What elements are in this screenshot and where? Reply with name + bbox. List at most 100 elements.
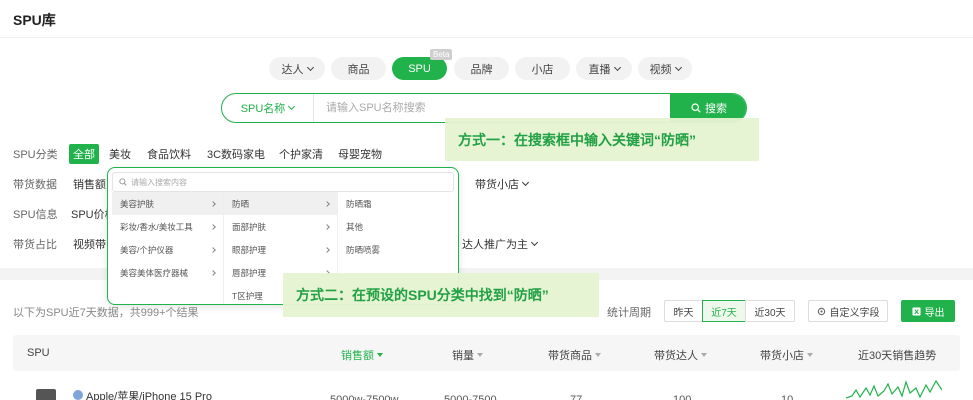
category-label: 眼部护理	[232, 244, 267, 255]
export-label: 导出	[924, 307, 945, 319]
category-label: 防晒喷雾	[346, 244, 381, 255]
category-level2-item[interactable]: 面部护肤	[224, 215, 337, 238]
search-icon	[691, 103, 701, 113]
tab-product[interactable]: 商品	[331, 57, 386, 80]
tab-label: 小店	[531, 63, 554, 76]
sort-down-icon	[701, 353, 707, 357]
page-title: SPU库	[13, 12, 56, 28]
tab-label: 商品	[347, 63, 370, 76]
sort-down-icon	[377, 353, 383, 357]
tab-label: 品牌	[470, 63, 493, 76]
category-label: 唇部护理	[232, 267, 267, 278]
period-yesterday[interactable]: 昨天	[664, 300, 703, 322]
row-volume: 5000-7500	[444, 394, 497, 400]
filter-label-spu-info: SPU信息	[13, 209, 58, 221]
search-button-label: 搜索	[705, 103, 727, 115]
column-label: 带货商品	[548, 350, 592, 362]
period-7days[interactable]: 近7天	[702, 300, 746, 322]
filter-category-all[interactable]: 全部	[69, 144, 99, 164]
category-level2-item[interactable]: 防晒	[224, 192, 337, 215]
chevron-right-icon	[324, 223, 330, 230]
filter-promo-label: 达人推广为主	[462, 239, 528, 251]
trend-sparkline	[846, 379, 942, 399]
tab-store[interactable]: 小店	[515, 57, 570, 80]
table-header	[13, 335, 960, 371]
filter-label-sales-data: 带货数据	[13, 179, 57, 191]
export-button[interactable]: X 导出	[901, 300, 955, 322]
chevron-down-icon	[613, 63, 621, 71]
product-thumbnail[interactable]	[36, 389, 56, 400]
row-stores: 10	[781, 394, 794, 400]
column-creators[interactable]: 带货达人	[654, 347, 707, 363]
chevron-down-icon	[530, 238, 539, 247]
result-summary: 以下为SPU近7天数据，共999+个结果	[13, 307, 199, 319]
tab-live[interactable]: 直播	[576, 57, 632, 80]
category-label: 防晒霜	[346, 198, 372, 209]
tab-video[interactable]: 视频	[638, 57, 692, 80]
category-label: 彩妆/香水/美妆工具	[120, 221, 193, 232]
category-level3-item[interactable]: 防晒霜	[338, 192, 456, 215]
column-products[interactable]: 带货商品	[548, 347, 601, 363]
filter-category-3c[interactable]: 3C数码家电	[207, 146, 265, 162]
chevron-down-icon	[521, 178, 530, 187]
chevron-right-icon	[210, 200, 216, 207]
header-divider	[0, 37, 973, 38]
chevron-right-icon	[210, 269, 216, 276]
category-label: 其他	[346, 221, 364, 232]
sort-down-icon	[477, 353, 483, 357]
search-scope-select[interactable]: SPU名称	[222, 94, 314, 122]
category-label: 美容/个护仪器	[120, 244, 174, 255]
filter-category-baby[interactable]: 母婴宠物	[338, 146, 382, 162]
filter-store-label: 带货小店	[475, 179, 519, 191]
tab-label: 直播	[588, 63, 611, 76]
callout-method-one: 方式一：在搜索框中输入关键词“防晒”	[445, 118, 759, 161]
tab-brand[interactable]: 品牌	[454, 57, 509, 80]
filter-promo-dropdown[interactable]: 达人推广为主	[462, 236, 539, 252]
chevron-down-icon	[288, 102, 296, 111]
category-search-input[interactable]	[131, 177, 431, 187]
row-sales: 5000w-7500w	[330, 394, 399, 400]
filter-category-food[interactable]: 食品饮料	[147, 146, 191, 162]
column-label: 带货小店	[760, 350, 804, 362]
tab-label: SPU	[408, 62, 431, 75]
column-stores[interactable]: 带货小店	[760, 347, 813, 363]
category-level3-item[interactable]: 防晒喷雾	[338, 238, 456, 261]
category-level1-item[interactable]: 美容美体医疗器械	[112, 261, 223, 284]
tab-label: 视频	[649, 63, 672, 76]
gear-icon	[817, 307, 825, 315]
tab-creator[interactable]: 达人	[269, 57, 325, 80]
column-volume[interactable]: 销量	[452, 347, 483, 363]
filter-label-category: SPU分类	[13, 149, 58, 161]
column-label: 销量	[452, 350, 474, 362]
category-level1-item[interactable]: 彩妆/香水/美妆工具	[112, 215, 223, 238]
chevron-right-icon	[210, 223, 216, 230]
chevron-right-icon	[324, 246, 330, 253]
category-level2-item[interactable]: 眼部护理	[224, 238, 337, 261]
category-level1-item[interactable]: 美容护肤	[112, 192, 223, 215]
chevron-down-icon	[306, 63, 314, 71]
category-label: 面部护肤	[232, 221, 267, 232]
category-level3-item[interactable]: 其他	[338, 215, 456, 238]
product-name[interactable]: Apple/苹果/iPhone 15 Pro	[86, 388, 212, 400]
column-sales-amount[interactable]: 销售额	[341, 347, 383, 363]
svg-text:X: X	[914, 309, 919, 316]
row-products: 77	[570, 394, 583, 400]
period-label: 统计周期	[607, 307, 651, 319]
filter-category-beauty[interactable]: 美妆	[109, 146, 131, 162]
category-level1-list: 美容护肤 彩妆/香水/美妆工具 美容/个护仪器 美容美体医疗器械	[112, 192, 224, 304]
category-label: 美容美体医疗器械	[120, 267, 189, 278]
chevron-down-icon	[674, 63, 682, 71]
filter-category-care[interactable]: 个护家清	[279, 146, 323, 162]
filter-sales-amount[interactable]: 销售额	[73, 176, 106, 192]
excel-icon: X	[911, 306, 921, 316]
search-icon	[119, 178, 127, 186]
filter-store-dropdown[interactable]: 带货小店	[475, 176, 530, 192]
period-30days[interactable]: 近30天	[745, 300, 795, 322]
filter-share-video[interactable]: 视频带	[73, 236, 106, 252]
custom-fields-button[interactable]: 自定义字段	[808, 300, 888, 322]
row-creators: 100	[673, 394, 692, 400]
category-label: T区护理	[232, 290, 263, 301]
tab-spu[interactable]: SPU	[392, 57, 447, 80]
custom-fields-label: 自定义字段	[829, 307, 880, 319]
category-level1-item[interactable]: 美容/个护仪器	[112, 238, 223, 261]
